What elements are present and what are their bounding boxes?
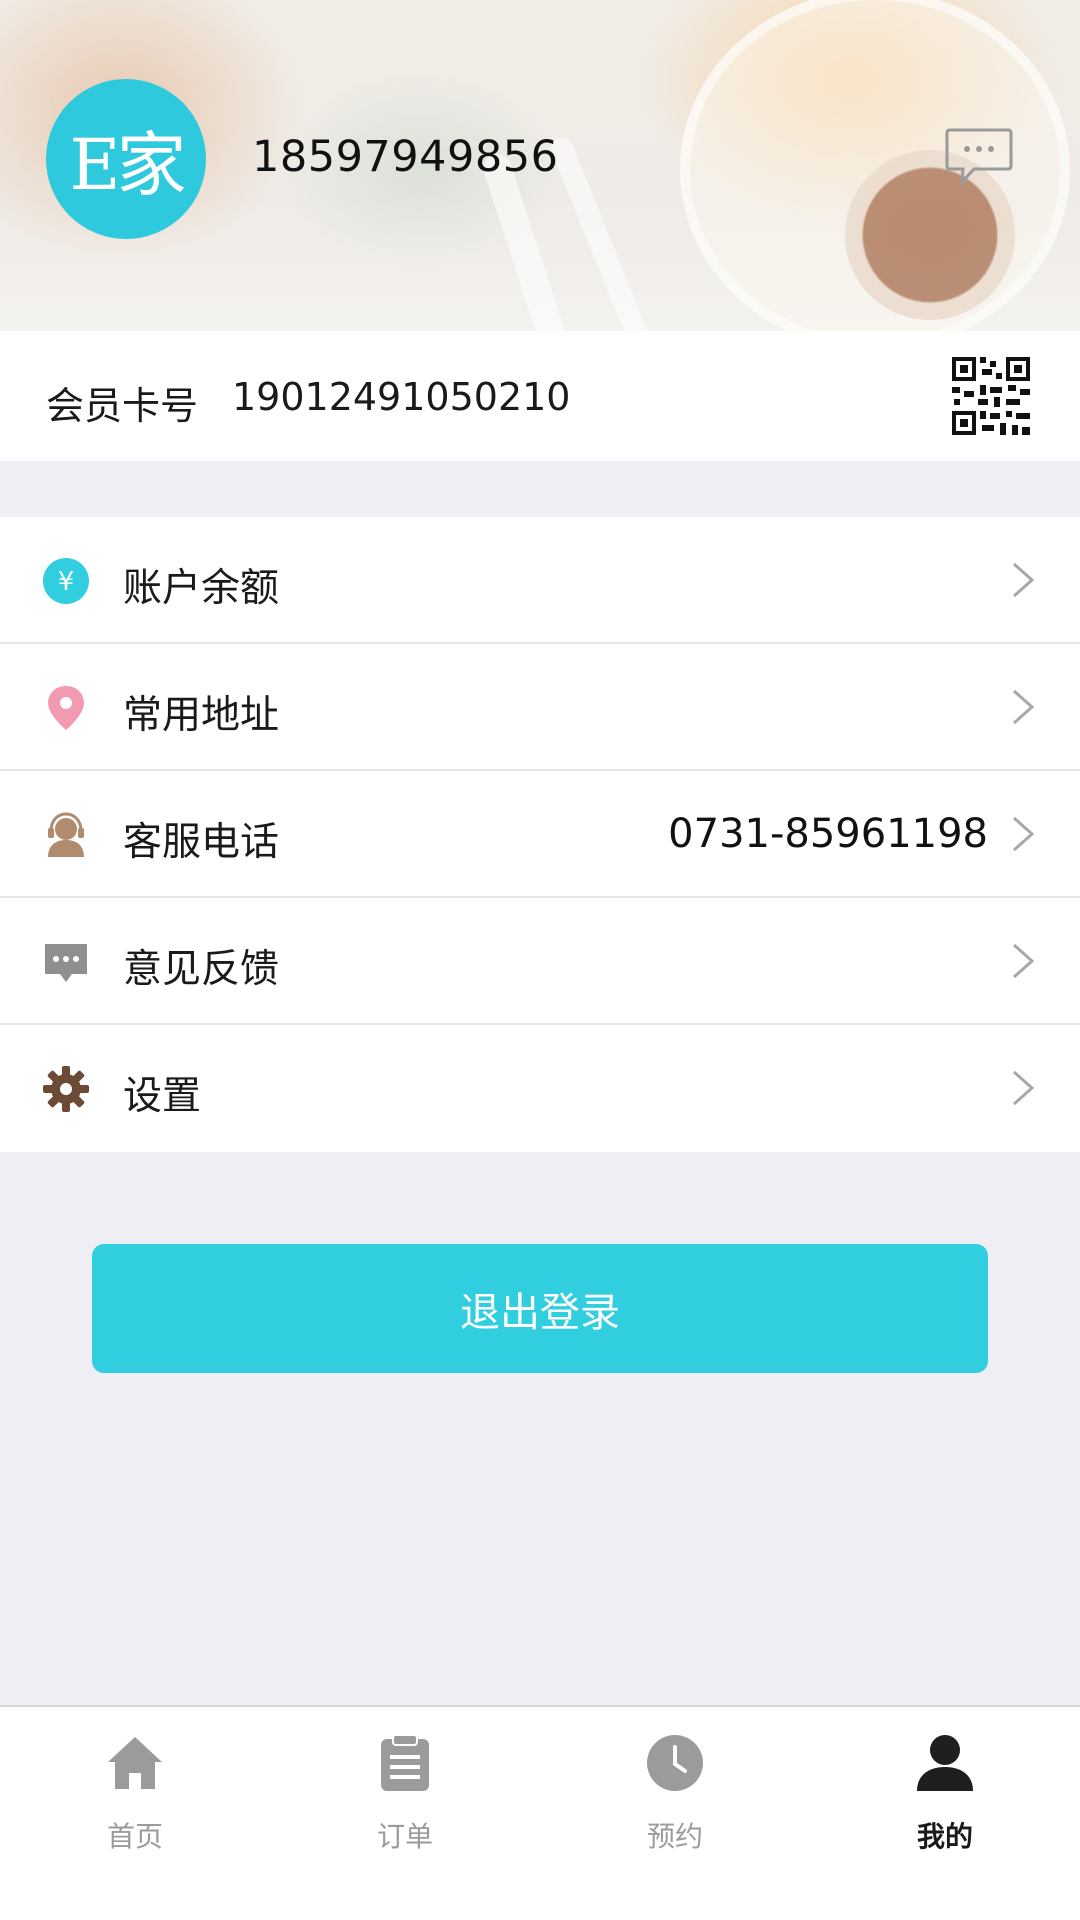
user-icon <box>917 1735 973 1791</box>
chevron-right-icon <box>1013 943 1035 979</box>
tab-mine[interactable]: 我的 <box>810 1707 1080 1857</box>
menu-item-label: 意见反馈 <box>123 947 280 992</box>
profile-page: E家 18597949856 会员卡号 19012491050210 ¥ 账户余… <box>0 0 1080 1920</box>
chevron-right-icon <box>1013 562 1035 598</box>
chevron-right-icon <box>1013 1070 1035 1106</box>
user-phone-number: 18597949856 <box>252 132 559 182</box>
qr-code-icon[interactable] <box>950 355 1032 437</box>
feedback-icon <box>45 944 87 982</box>
message-icon[interactable] <box>944 126 1014 188</box>
menu-item-customer-service[interactable]: 客服电话 0731-85961198 <box>0 771 1080 898</box>
chevron-right-icon <box>1013 816 1035 852</box>
tab-label: 预约 <box>646 1820 703 1853</box>
avatar[interactable]: E家 <box>46 79 206 239</box>
location-pin-icon <box>48 686 84 730</box>
customer-service-phone: 0731-85961198 <box>668 811 988 857</box>
chevron-right-icon <box>1013 689 1035 725</box>
menu-item-settings[interactable]: 设置 <box>0 1025 1080 1152</box>
bottom-tab-bar: 首页 订单 预约 我的 <box>0 1705 1080 1920</box>
avatar-logo-text: E家 <box>69 123 186 206</box>
menu-item-account-balance[interactable]: ¥ 账户余额 <box>0 517 1080 644</box>
clipboard-icon <box>381 1734 429 1791</box>
clock-icon <box>647 1735 703 1791</box>
menu-item-label: 客服电话 <box>123 820 280 865</box>
settings-menu: ¥ 账户余额 常用地址 客服电话 0731-85961198 意见反馈 设置 <box>0 517 1080 1152</box>
member-card-label: 会员卡号 <box>46 384 199 428</box>
customer-service-icon <box>48 812 84 857</box>
home-icon <box>108 1737 162 1789</box>
menu-item-address[interactable]: 常用地址 <box>0 644 1080 771</box>
member-card-number: 19012491050210 <box>232 375 571 419</box>
gear-icon <box>43 1066 89 1112</box>
tab-label: 首页 <box>106 1820 163 1853</box>
tab-reservation[interactable]: 预约 <box>540 1707 810 1857</box>
profile-header: E家 18597949856 <box>0 0 1080 331</box>
menu-item-label: 账户余额 <box>123 566 280 611</box>
menu-item-label: 常用地址 <box>123 693 280 738</box>
tab-home[interactable]: 首页 <box>0 1707 270 1857</box>
tab-label: 订单 <box>376 1820 433 1853</box>
tab-orders[interactable]: 订单 <box>270 1707 540 1857</box>
svg-text:¥: ¥ <box>58 567 75 597</box>
yen-icon: ¥ <box>43 558 89 604</box>
logout-button[interactable]: 退出登录 <box>92 1244 988 1373</box>
background-knife <box>547 134 655 331</box>
menu-item-label: 设置 <box>123 1074 202 1119</box>
member-card-row: 会员卡号 19012491050210 <box>0 331 1080 461</box>
tab-label: 我的 <box>916 1820 973 1853</box>
menu-item-feedback[interactable]: 意见反馈 <box>0 898 1080 1025</box>
